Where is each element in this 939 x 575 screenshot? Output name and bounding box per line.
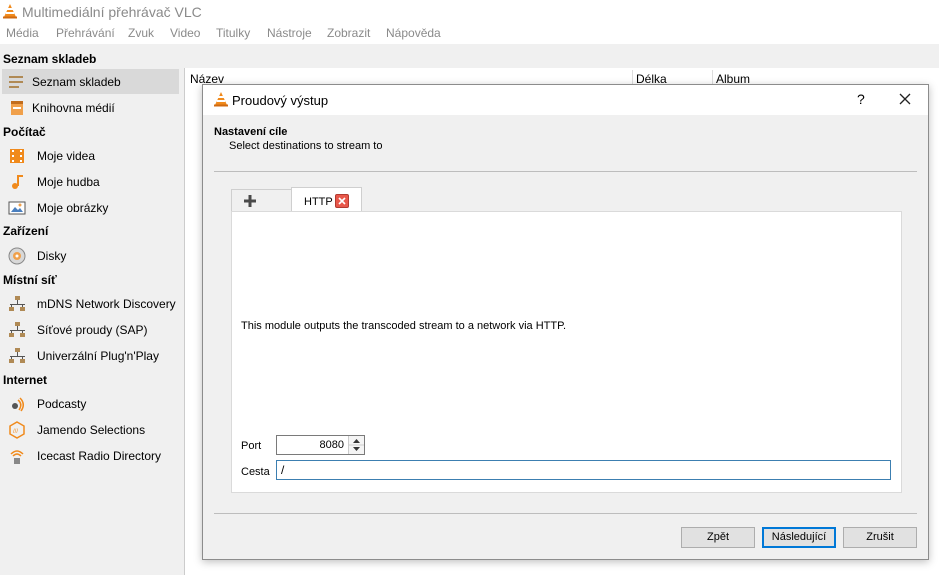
spin-arrows[interactable] <box>348 436 364 454</box>
sidebar-item-label: mDNS Network Discovery <box>37 297 176 311</box>
tab-label: HTTP <box>304 196 333 208</box>
podcast-icon <box>12 397 24 412</box>
network-icon <box>9 322 25 337</box>
path-input[interactable]: / <box>276 460 891 480</box>
jamendo-icon: /// <box>9 421 25 439</box>
menu-bar: Média Přehrávání Zvuk Video Titulky Nást… <box>0 22 939 44</box>
column-separator <box>712 70 713 84</box>
wizard-header-title: Nastavení cíle <box>214 126 288 138</box>
sidebar-item-label: Knihovna médií <box>32 101 115 115</box>
sidebar-item-label: Síťové proudy (SAP) <box>37 323 148 337</box>
section-devices: Zařízení <box>3 224 49 238</box>
close-tab-icon[interactable] <box>335 194 349 208</box>
section-local-network: Místní síť <box>3 273 57 287</box>
sidebar-item-label: Seznam skladeb <box>32 75 121 89</box>
sidebar-item-jamendo[interactable]: /// Jamendo Selections <box>2 417 179 442</box>
port-spinbox[interactable]: 8080 <box>276 435 365 455</box>
close-icon[interactable] <box>895 89 915 109</box>
menu-view[interactable]: Zobrazit <box>327 26 370 40</box>
wizard-header-subtitle: Select destinations to stream to <box>229 140 383 152</box>
sidebar-item-videos[interactable]: Moje videa <box>2 143 179 168</box>
back-button[interactable]: Zpět <box>681 527 755 548</box>
section-computer: Počítač <box>3 125 46 139</box>
sidebar-item-sap[interactable]: Síťové proudy (SAP) <box>2 317 179 342</box>
network-icon <box>9 296 25 311</box>
port-value: 8080 <box>319 439 344 451</box>
section-playlist: Seznam skladeb <box>3 52 97 66</box>
picture-icon <box>8 201 26 215</box>
menu-video[interactable]: Video <box>170 26 200 40</box>
path-value: / <box>281 463 285 477</box>
port-label: Port <box>241 440 262 452</box>
divider <box>214 513 917 514</box>
disc-icon <box>8 247 26 265</box>
wizard-header: Nastavení cíle Select destinations to st… <box>203 115 928 171</box>
menu-subtitles[interactable]: Titulky <box>216 26 250 40</box>
path-label: Cesta <box>241 466 270 478</box>
vlc-cone-icon <box>3 4 17 19</box>
http-settings-panel: This module outputs the transcoded strea… <box>231 211 902 493</box>
sidebar: Seznam skladeb Seznam skladeb Knihovna m… <box>0 44 186 575</box>
sidebar-item-label: Moje videa <box>37 149 96 163</box>
icecast-icon <box>10 450 24 464</box>
add-destination-tab[interactable] <box>231 189 293 212</box>
menu-tools[interactable]: Nástroje <box>267 26 312 40</box>
plus-icon <box>244 195 256 207</box>
cancel-button[interactable]: Zrušit <box>843 527 917 548</box>
app-title: Multimediální přehrávač VLC <box>22 4 202 20</box>
next-button[interactable]: Následující <box>762 527 836 548</box>
sidebar-item-upnp[interactable]: Univerzální Plug'n'Play <box>2 343 179 368</box>
sidebar-item-icecast[interactable]: Icecast Radio Directory <box>2 443 179 468</box>
vlc-cone-icon <box>214 92 228 107</box>
sidebar-item-label: Univerzální Plug'n'Play <box>37 349 159 363</box>
sidebar-item-media-library[interactable]: Knihovna médií <box>2 95 179 120</box>
music-note-icon <box>12 175 23 189</box>
sidebar-item-podcasts[interactable]: Podcasty <box>2 391 179 416</box>
playlist-icon <box>9 76 23 88</box>
media-library-icon <box>11 101 23 115</box>
sidebar-item-label: Icecast Radio Directory <box>37 449 162 463</box>
menu-audio[interactable]: Zvuk <box>128 26 154 40</box>
tab-http[interactable]: HTTP <box>291 187 362 212</box>
menu-media[interactable]: Média <box>6 26 39 40</box>
app-titlebar: Multimediální přehrávač VLC <box>0 0 939 22</box>
sidebar-item-mdns[interactable]: mDNS Network Discovery <box>2 291 179 316</box>
network-icon <box>9 348 25 363</box>
help-button[interactable]: ? <box>857 91 865 107</box>
sidebar-item-discs[interactable]: Disky <box>2 243 179 268</box>
divider <box>214 171 917 172</box>
film-icon <box>10 149 24 163</box>
sidebar-item-label: Moje hudba <box>37 175 100 189</box>
module-description: This module outputs the transcoded strea… <box>241 320 567 332</box>
svg-text:///: /// <box>13 429 18 435</box>
dialog-title: Proudový výstup <box>232 93 329 108</box>
sidebar-item-pictures[interactable]: Moje obrázky <box>2 195 179 220</box>
menu-playback[interactable]: Přehrávání <box>56 26 115 40</box>
sidebar-item-playlist[interactable]: Seznam skladeb <box>2 69 179 94</box>
section-internet: Internet <box>3 373 48 387</box>
sidebar-item-label: Jamendo Selections <box>37 423 146 437</box>
column-separator <box>632 70 633 84</box>
sidebar-item-label: Podcasty <box>37 397 87 411</box>
sidebar-item-label: Disky <box>37 249 67 263</box>
sidebar-item-music[interactable]: Moje hudba <box>2 169 179 194</box>
stream-output-dialog: Proudový výstup ? Nastavení cíle Select … <box>202 84 929 560</box>
sidebar-item-label: Moje obrázky <box>37 201 109 215</box>
menu-help[interactable]: Nápověda <box>386 26 441 40</box>
dialog-titlebar: Proudový výstup ? <box>203 85 928 115</box>
